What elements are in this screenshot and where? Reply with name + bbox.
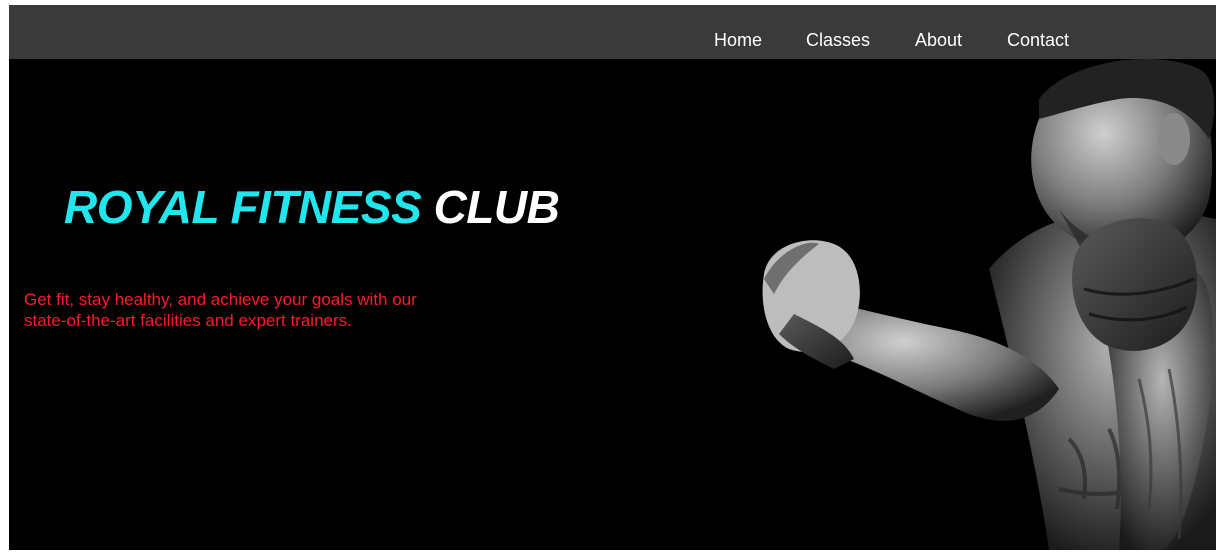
boxer-photo	[762, 59, 1216, 550]
hero-section: ROYAL FITNESS CLUB Get fit, stay healthy…	[9, 59, 1216, 550]
top-navbar: Home Classes About Contact	[9, 5, 1216, 59]
page-frame: Home Classes About Contact ROYAL FITNESS…	[9, 5, 1216, 550]
nav-link-home[interactable]: Home	[714, 30, 762, 50]
nav-link-about[interactable]: About	[915, 30, 962, 50]
hero-title: ROYAL FITNESS CLUB	[64, 180, 560, 234]
nav-link-classes[interactable]: Classes	[806, 30, 870, 50]
hero-tagline-line-1: Get fit, stay healthy, and achieve your …	[24, 290, 417, 309]
hero-title-main: CLUB	[433, 181, 560, 233]
hero-tagline: Get fit, stay healthy, and achieve your …	[24, 289, 494, 331]
nav-link-contact[interactable]: Contact	[1007, 30, 1069, 50]
hero-tagline-line-2: state-of-the-art facilities and expert t…	[24, 311, 352, 330]
hero-title-accent: ROYAL FITNESS	[64, 181, 422, 233]
